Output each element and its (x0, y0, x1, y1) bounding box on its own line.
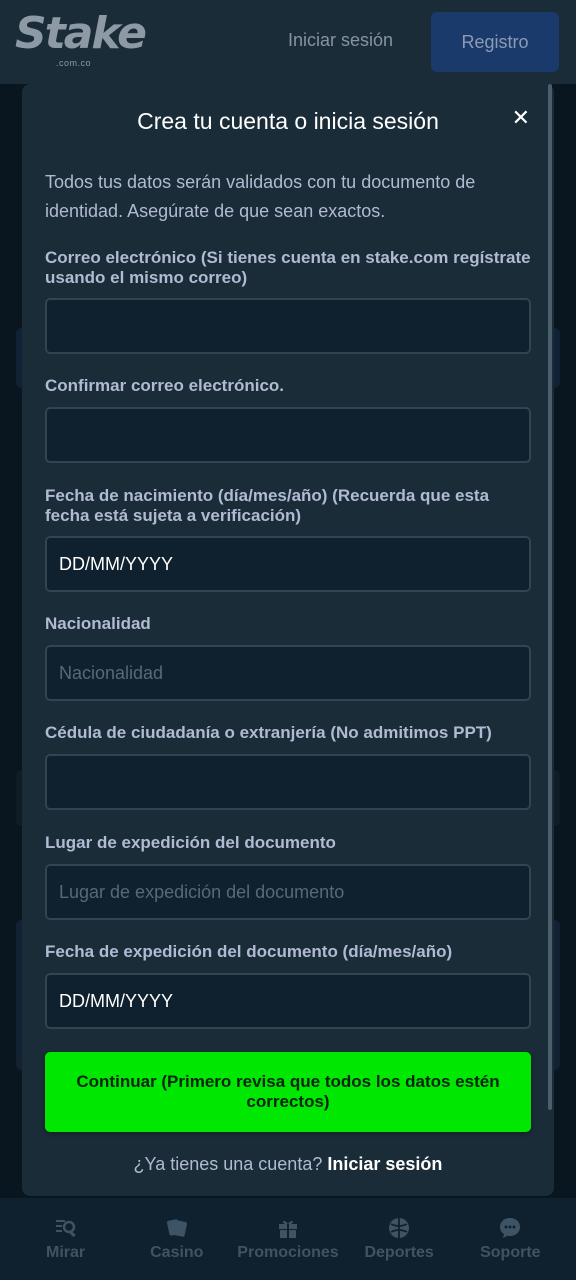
modal-scrollbar[interactable] (548, 84, 552, 1110)
confirm-email-label: Confirmar correo electrónico. (45, 376, 285, 395)
nav-item-casino[interactable]: Casino (127, 1216, 227, 1262)
nav-item-deportes[interactable]: Deportes (349, 1216, 449, 1262)
continue-button[interactable]: Continuar (Primero revisa que todos los … (45, 1052, 531, 1132)
nav-label: Promociones (237, 1244, 339, 1261)
nav-label: Mirar (46, 1244, 86, 1261)
cards-icon (165, 1216, 189, 1242)
issue-date-field[interactable] (45, 973, 531, 1029)
intro-text: Todos tus datos serán validados con tu d… (45, 172, 476, 221)
nav-item-mirar[interactable]: Mirar (16, 1216, 116, 1262)
issue-place-label: Lugar de expedición del documento (45, 833, 336, 852)
birthdate-field[interactable] (45, 536, 531, 592)
bottom-nav: Mirar Casino Promociones Deportes Soport… (0, 1198, 576, 1280)
chat-icon (498, 1216, 522, 1242)
nav-label: Deportes (364, 1244, 434, 1261)
nav-label: Soporte (480, 1244, 541, 1261)
id-document-field[interactable] (45, 754, 531, 810)
footer-question: ¿Ya tienes una cuenta? (133, 1154, 323, 1174)
footer-login-prompt: ¿Ya tienes una cuenta? Iniciar sesión (22, 1154, 554, 1175)
close-icon[interactable]: ✕ (512, 106, 530, 131)
watch-icon (54, 1216, 78, 1242)
nationality-label: Nacionalidad (45, 614, 151, 633)
id-document-label: Cédula de ciudadanía o extranjería (No a… (45, 723, 492, 742)
top-bar: Stake .com.co Iniciar sesión Registro (0, 0, 576, 84)
nationality-field[interactable] (45, 645, 531, 701)
ball-icon (387, 1216, 411, 1242)
logo-domain: .com.co (56, 58, 92, 68)
nav-label: Casino (150, 1244, 204, 1261)
issue-date-label: Fecha de expedición del documento (día/m… (45, 942, 453, 961)
email-label: Correo electrónico (Si tienes cuenta en … (45, 248, 531, 287)
nav-item-soporte[interactable]: Soporte (460, 1216, 560, 1262)
register-modal: Crea tu cuenta o inicia sesión ✕ Todos t… (22, 84, 554, 1196)
register-button[interactable]: Registro (431, 12, 559, 72)
stake-logo[interactable]: Stake (15, 12, 147, 56)
issue-place-field[interactable] (45, 864, 531, 920)
confirm-email-field[interactable] (45, 407, 531, 463)
nav-item-promociones[interactable]: Promociones (237, 1216, 339, 1262)
footer-login-link[interactable]: Iniciar sesión (327, 1154, 442, 1174)
header-login-link[interactable]: Iniciar sesión (288, 30, 393, 51)
email-field[interactable] (45, 298, 531, 354)
birthdate-label: Fecha de nacimiento (día/mes/año) (Recue… (45, 486, 490, 525)
gift-icon (276, 1216, 300, 1242)
modal-title: Crea tu cuenta o inicia sesión (137, 108, 439, 134)
